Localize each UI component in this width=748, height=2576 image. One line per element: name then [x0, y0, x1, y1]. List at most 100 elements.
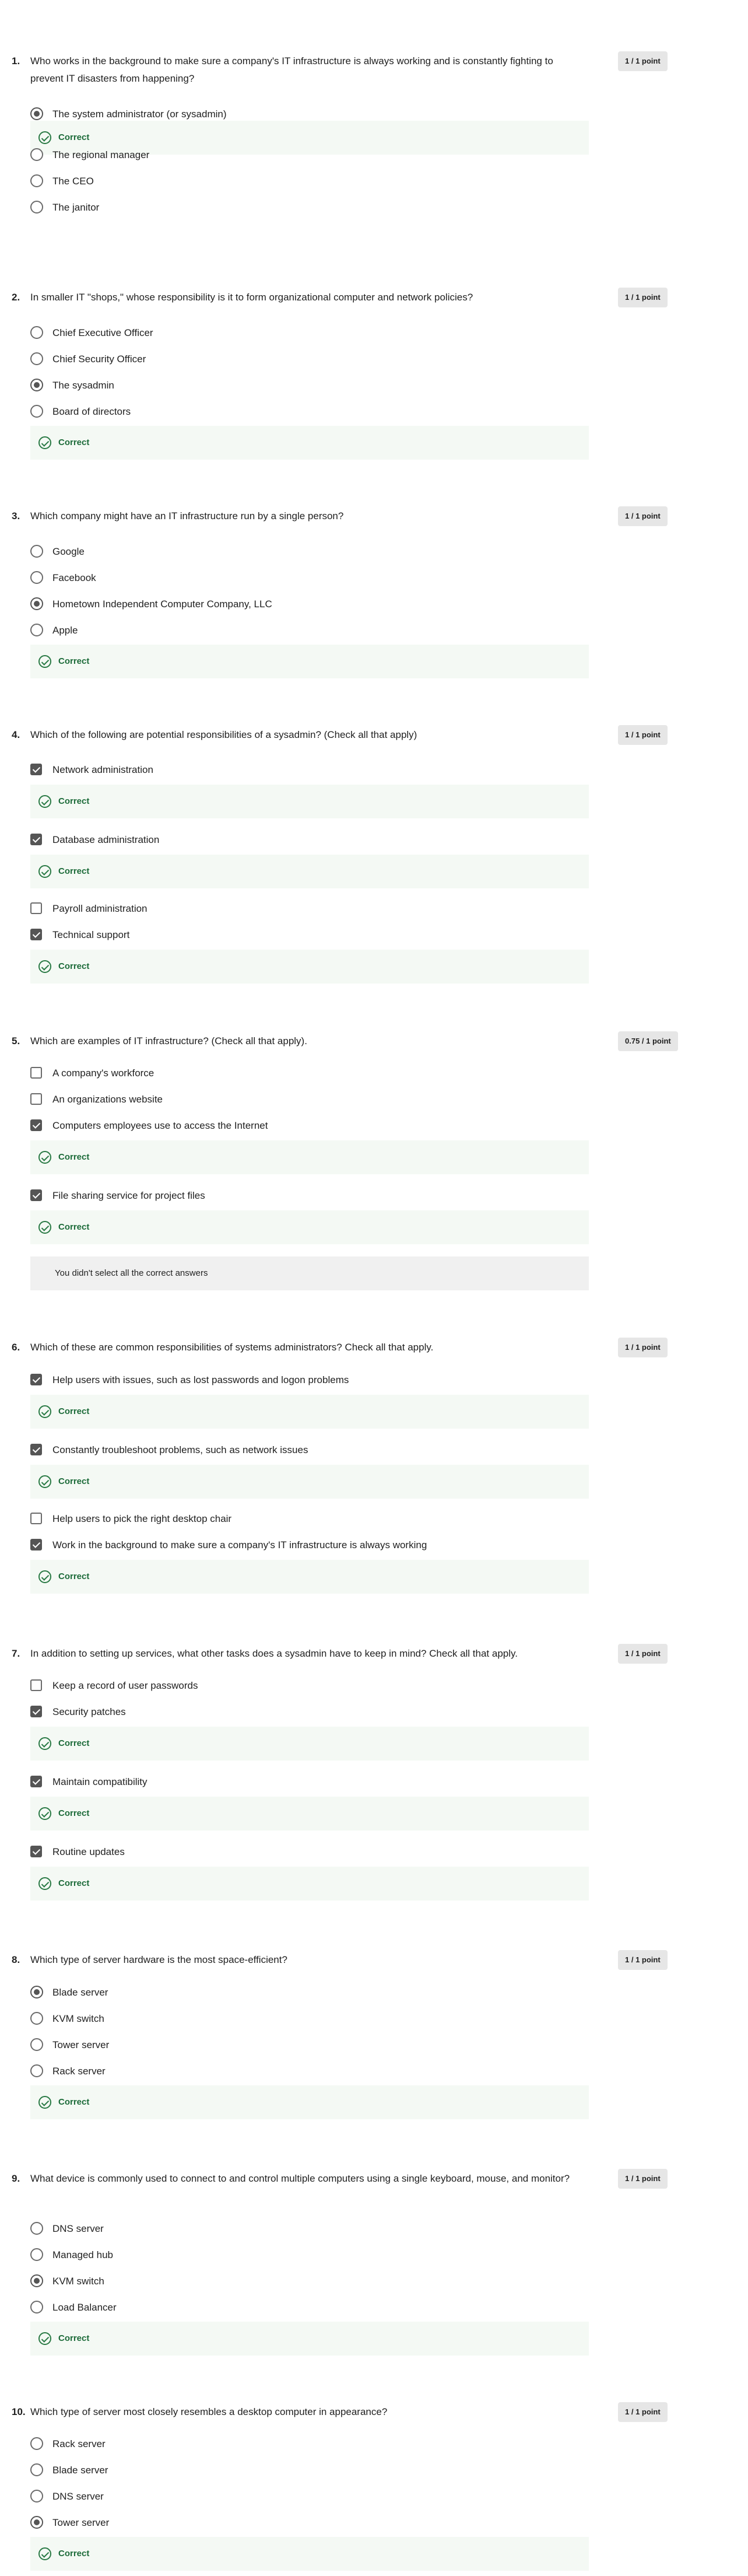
radio-button[interactable]	[30, 2437, 43, 2450]
option-label[interactable]: The CEO	[52, 173, 94, 190]
question-header: 3. Which company might have an IT infrast…	[0, 506, 748, 542]
checkbox[interactable]	[30, 1679, 42, 1691]
option-label[interactable]: Constantly troubleshoot problems, such a…	[52, 1442, 308, 1458]
question-text: Who works in the background to make sure…	[30, 55, 553, 84]
option-label[interactable]: Facebook	[52, 570, 96, 586]
checkbox[interactable]	[30, 929, 42, 940]
option-label[interactable]: Managed hub	[52, 2247, 113, 2263]
option-label[interactable]: A company's workforce	[52, 1065, 154, 1082]
option-label[interactable]: Board of directors	[52, 404, 131, 420]
feedback-correct: Correct	[30, 1465, 589, 1499]
radio-button[interactable]	[30, 148, 43, 161]
checkbox[interactable]	[30, 764, 42, 775]
option-label[interactable]: DNS server	[52, 2488, 104, 2505]
option-label[interactable]: Maintain compatibility	[52, 1774, 148, 1790]
option-label[interactable]: DNS server	[52, 2221, 104, 2237]
radio-button[interactable]	[30, 2064, 43, 2077]
radio-button[interactable]	[30, 326, 43, 339]
radio-selected-dot	[34, 2278, 40, 2284]
option-label[interactable]: Network administration	[52, 762, 153, 778]
points-badge: 1 / 1 point	[618, 2402, 668, 2422]
radio-button[interactable]	[30, 379, 43, 391]
option-label[interactable]: Hometown Independent Computer Company, L…	[52, 596, 272, 612]
question-number: 6.	[12, 1342, 20, 1353]
option-label[interactable]: An organizations website	[52, 1091, 163, 1108]
checkbox[interactable]	[30, 1067, 42, 1079]
checkbox[interactable]	[30, 1444, 42, 1455]
option-label[interactable]: Security patches	[52, 1704, 126, 1720]
option-label[interactable]: KVM switch	[52, 2011, 104, 2027]
option-label[interactable]: The janitor	[52, 200, 99, 216]
checkbox[interactable]	[30, 1374, 42, 1385]
option-label[interactable]: Routine updates	[52, 1844, 125, 1860]
option-label[interactable]: File sharing service for project files	[52, 1188, 205, 1204]
radio-button[interactable]	[30, 174, 43, 187]
radio-button[interactable]	[30, 2274, 43, 2287]
option-label[interactable]: Help users with issues, such as lost pas…	[52, 1372, 349, 1388]
radio-button[interactable]	[30, 2038, 43, 2051]
option-label[interactable]: The system administrator (or sysadmin)	[52, 106, 227, 123]
radio-button[interactable]	[30, 107, 43, 120]
checkbox[interactable]	[30, 1189, 42, 1201]
option-label[interactable]: Blade server	[52, 2462, 108, 2479]
points-badge: 1 / 1 point	[618, 725, 668, 745]
checkbox[interactable]	[30, 1119, 42, 1131]
checkbox[interactable]	[30, 1846, 42, 1857]
radio-button[interactable]	[30, 352, 43, 365]
option-label[interactable]: Blade server	[52, 1985, 108, 2001]
checkbox[interactable]	[30, 1539, 42, 1550]
checkmark-icon	[32, 1191, 41, 1199]
radio-button[interactable]	[30, 201, 43, 214]
radio-button[interactable]	[30, 624, 43, 636]
check-circle-icon	[38, 2332, 51, 2345]
radio-button[interactable]	[30, 2012, 43, 2025]
checkbox[interactable]	[30, 1513, 42, 1524]
option-label[interactable]: Chief Security Officer	[52, 351, 146, 368]
option-label[interactable]: Work in the background to make sure a co…	[52, 1537, 427, 1553]
question-number: 10.	[12, 2406, 26, 2417]
feedback-correct: Correct	[30, 1797, 589, 1831]
option-label[interactable]: The regional manager	[52, 147, 149, 163]
option-label[interactable]: Database administration	[52, 832, 159, 848]
radio-button[interactable]	[30, 1986, 43, 1999]
radio-button[interactable]	[30, 545, 43, 558]
radio-button[interactable]	[30, 2516, 43, 2529]
checkbox[interactable]	[30, 1776, 42, 1787]
option-label[interactable]: The sysadmin	[52, 377, 114, 394]
points-badge: 1 / 1 point	[618, 51, 668, 71]
checkbox[interactable]	[30, 902, 42, 914]
option-label[interactable]: Rack server	[52, 2436, 106, 2452]
option-label[interactable]: Apple	[52, 622, 78, 639]
radio-button[interactable]	[30, 2463, 43, 2476]
radio-button[interactable]	[30, 571, 43, 584]
checkbox[interactable]	[30, 1093, 42, 1105]
option-label[interactable]: Computers employees use to access the In…	[52, 1118, 268, 1134]
feedback-correct: Correct	[30, 2085, 589, 2119]
question-4: 4. Which of the following are potential r…	[0, 725, 748, 984]
option-label[interactable]: Keep a record of user passwords	[52, 1678, 198, 1694]
radio-button[interactable]	[30, 597, 43, 610]
option-label[interactable]: Payroll administration	[52, 901, 148, 917]
option-label[interactable]: Google	[52, 544, 85, 560]
checkbox[interactable]	[30, 834, 42, 845]
question-text: In addition to setting up services, what…	[30, 1648, 518, 1659]
option-label[interactable]: KVM switch	[52, 2273, 104, 2290]
option-label[interactable]: Tower server	[52, 2515, 109, 2531]
option-label[interactable]: Tower server	[52, 2037, 109, 2053]
radio-button[interactable]	[30, 2490, 43, 2502]
radio-button[interactable]	[30, 2301, 43, 2314]
option-label[interactable]: Technical support	[52, 927, 129, 943]
checkbox[interactable]	[30, 1706, 42, 1717]
feedback-label: Correct	[58, 2333, 90, 2343]
option-label[interactable]: Chief Executive Officer	[52, 325, 153, 341]
feedback-correct: Correct	[30, 1210, 589, 1244]
question-text: Which type of server hardware is the mos…	[30, 1954, 287, 1965]
radio-button[interactable]	[30, 2248, 43, 2261]
radio-button[interactable]	[30, 405, 43, 418]
feedback-label: Correct	[58, 1808, 90, 1818]
option-label[interactable]: Rack server	[52, 2063, 106, 2080]
option-label[interactable]: Load Balancer	[52, 2300, 117, 2316]
checkmark-icon	[32, 1445, 41, 1453]
option-label[interactable]: Help users to pick the right desktop cha…	[52, 1511, 231, 1527]
radio-button[interactable]	[30, 2222, 43, 2235]
